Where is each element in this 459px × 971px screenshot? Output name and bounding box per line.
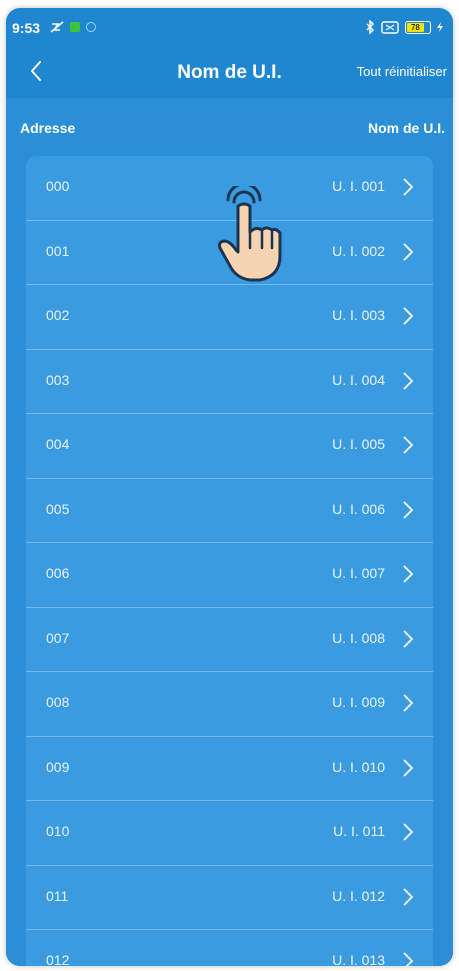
chevron-right-icon [403,307,414,325]
reset-all-button[interactable]: Tout réinitialiser [357,64,447,79]
list-item-name: U. I. 009 [332,694,385,710]
chevron-right-icon [403,565,414,583]
battery-level: 78 [407,22,424,32]
list-item-name: U. I. 005 [332,436,385,452]
list-item-address: 011 [46,887,69,904]
chevron-right-icon [403,436,414,454]
hand-pointer-icon [218,186,282,282]
list-item[interactable]: 005 U. I. 006 [26,479,433,543]
column-header-name: Nom de U.I. [367,120,445,136]
list-item-name: U. I. 013 [332,952,385,966]
bluetooth-icon [366,20,375,34]
list-item-name: U. I. 010 [332,758,385,775]
app-header: Nom de U.I. Tout réinitialiser [6,50,453,98]
list-item-address: 000 [46,178,70,194]
no-disturb-icon [50,21,64,33]
list-item[interactable]: 012 U. I. 013 [26,930,433,966]
list-item-address: 001 [46,242,70,259]
list-item-address: 006 [46,565,70,581]
list-item-address: 002 [46,307,70,323]
list-item-address: 008 [46,694,70,710]
chevron-right-icon [403,629,414,648]
list-item-name: U. I. 007 [332,565,385,581]
chevron-right-icon [403,500,414,519]
list-item-name: U. I. 011 [333,823,385,839]
phone-screen: 9:53 78 Nom de U.I. Tout réinitialiser A… [6,8,453,966]
list-item-name: U. I. 006 [332,500,385,517]
status-time: 9:53 [12,20,41,36]
list-item[interactable]: 007 U. I. 008 [26,608,433,672]
sim-card-icon [381,20,399,34]
chevron-right-icon [403,371,414,390]
list-item[interactable]: 011 U. I. 012 [26,866,433,930]
list-item-address: 007 [46,629,70,646]
chevron-right-icon [403,758,414,777]
list-item-address: 012 [46,952,70,966]
column-headers: Adresse Nom de U.I. [6,98,453,154]
list-item-address: 010 [46,823,70,839]
charging-icon [437,22,443,32]
list-item[interactable]: 003 U. I. 004 [26,350,433,414]
list-item-name: U. I. 003 [332,307,385,323]
list-item-address: 004 [46,436,70,452]
battery-icon: 78 [405,20,431,34]
list-item-address: 003 [46,371,70,388]
list-item[interactable]: 002 U. I. 003 [26,285,433,350]
chevron-right-icon [403,242,414,261]
app-notification-icon [70,22,80,32]
chevron-right-icon [403,823,414,841]
chevron-right-icon [403,694,414,712]
column-header-address: Adresse [20,120,76,136]
chevron-right-icon [403,178,414,196]
list-item-name: U. I. 002 [332,242,385,259]
list-item-name: U. I. 001 [332,178,385,194]
list-item[interactable]: 010 U. I. 011 [26,801,433,866]
list-item-name: U. I. 012 [332,887,385,904]
list-item-name: U. I. 004 [332,371,385,388]
list-item-address: 009 [46,758,70,775]
status-bar: 9:53 78 [6,8,453,50]
list-item[interactable]: 006 U. I. 007 [26,543,433,608]
list-item-address: 005 [46,500,70,517]
list-item[interactable]: 004 U. I. 005 [26,414,433,479]
list-item[interactable]: 008 U. I. 009 [26,672,433,737]
status-right-icons: 78 [365,20,443,34]
chevron-right-icon [403,952,414,966]
status-notification-icons [50,21,96,33]
list-item[interactable]: 009 U. I. 010 [26,737,433,801]
list-item-name: U. I. 008 [332,629,385,646]
chevron-right-icon [403,887,414,906]
shield-notification-icon [86,22,96,32]
